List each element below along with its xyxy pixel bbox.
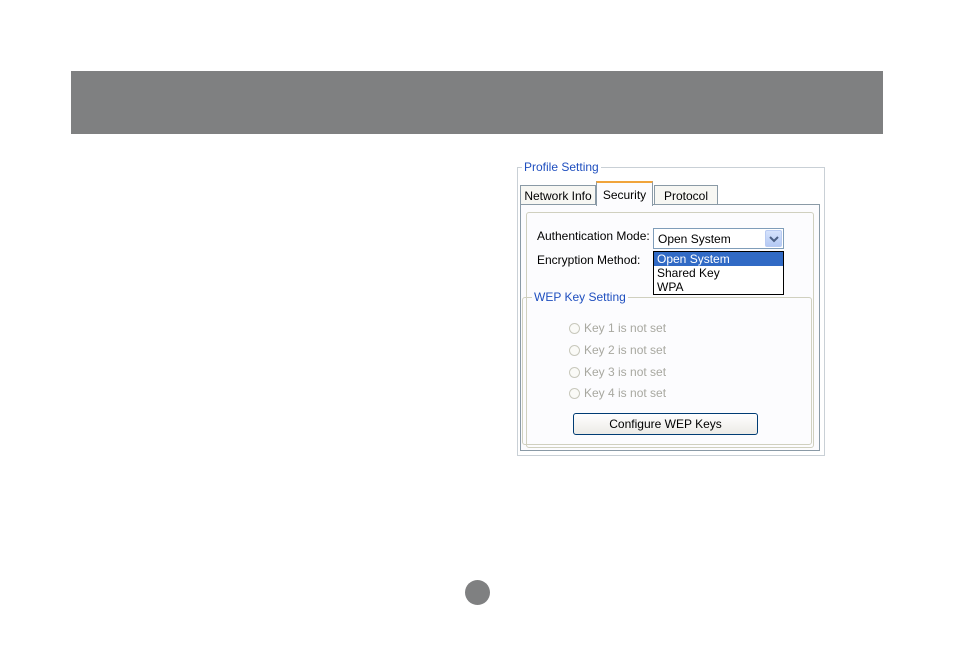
radio-circle-icon bbox=[569, 366, 580, 378]
wep-key-3-label: Key 3 is not set bbox=[584, 365, 667, 379]
encryption-method-label: Encryption Method: bbox=[537, 253, 641, 267]
chevron-down-icon[interactable] bbox=[765, 230, 782, 247]
wep-key-2-label: Key 2 is not set bbox=[584, 343, 667, 357]
configure-wep-keys-button[interactable]: Configure WEP Keys bbox=[573, 413, 758, 435]
dropdown-option-shared-key[interactable]: Shared Key bbox=[654, 266, 783, 280]
tab-security[interactable]: Security bbox=[596, 181, 653, 206]
page-number-dot bbox=[465, 580, 490, 605]
tab-protocol[interactable]: Protocol bbox=[654, 185, 718, 205]
wep-key-3-radio[interactable]: Key 3 is not set bbox=[569, 365, 666, 379]
radio-circle-icon bbox=[569, 322, 580, 334]
dropdown-option-wpa[interactable]: WPA bbox=[654, 280, 783, 294]
authentication-mode-label: Authentication Mode: bbox=[537, 229, 650, 243]
tab-network-info[interactable]: Network Info bbox=[520, 185, 596, 205]
profile-setting-label: Profile Setting bbox=[522, 160, 601, 174]
wep-key-4-radio[interactable]: Key 4 is not set bbox=[569, 386, 666, 400]
dropdown-option-open-system[interactable]: Open System bbox=[654, 252, 783, 266]
authentication-mode-select[interactable]: Open System bbox=[653, 228, 784, 249]
wep-key-1-label: Key 1 is not set bbox=[584, 321, 667, 335]
wep-key-2-radio[interactable]: Key 2 is not set bbox=[569, 343, 666, 357]
wep-key-setting-label: WEP Key Setting bbox=[532, 290, 628, 304]
wep-key-4-label: Key 4 is not set bbox=[584, 386, 667, 400]
wep-key-1-radio[interactable]: Key 1 is not set bbox=[569, 321, 666, 335]
authentication-mode-value: Open System bbox=[658, 232, 731, 246]
radio-circle-icon bbox=[569, 344, 580, 356]
authentication-mode-dropdown: Open System Shared Key WPA bbox=[653, 251, 784, 295]
page-header-bar bbox=[71, 71, 883, 134]
radio-circle-icon bbox=[569, 387, 580, 399]
